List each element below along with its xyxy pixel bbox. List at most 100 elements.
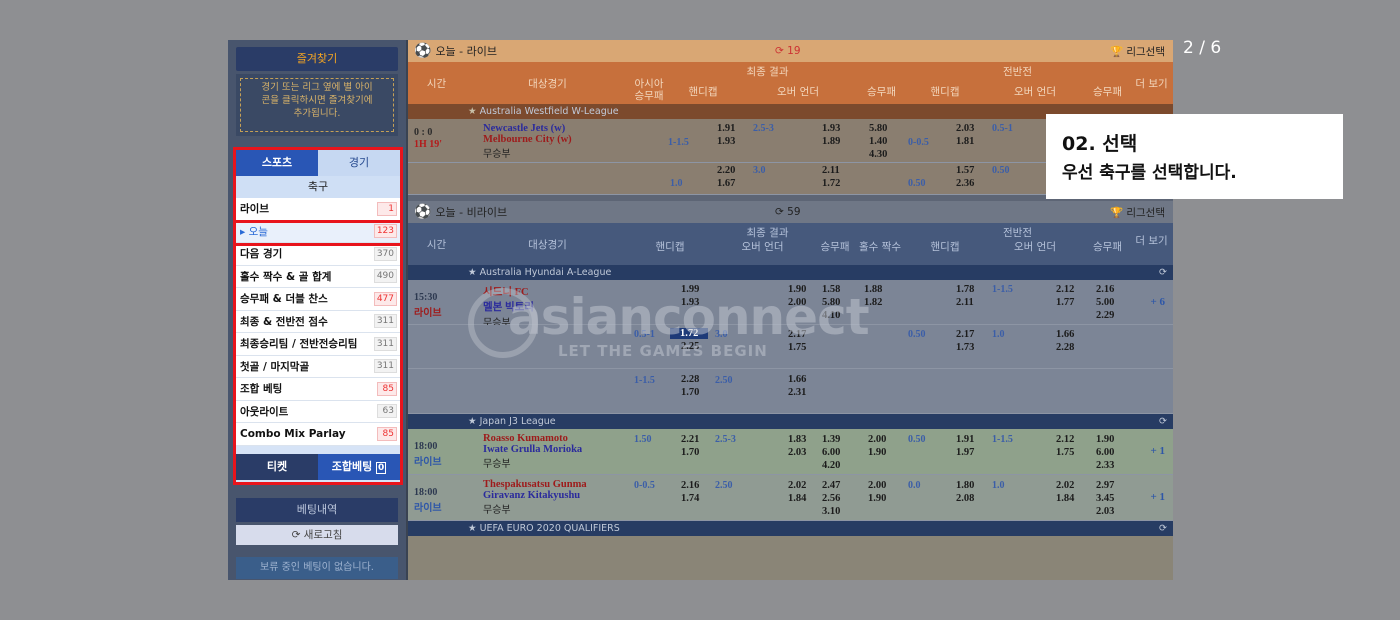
col-handicap: 핸디캡 [688, 86, 718, 98]
prelive-section-title: 오늘 - 비라이브 [435, 206, 508, 219]
col-asia-l1: 아시아 [634, 78, 664, 90]
sidebar-menu-label: 조합 베팅 [240, 383, 283, 396]
sports-panel: 스포츠 경기 축구 라이브 1 ▸ 오늘 123 다음 경기 370 홀수 짝수 & 골 합… [233, 147, 403, 485]
league-row[interactable]: ★ Japan J3 League ⟳ [408, 414, 1173, 429]
league-select-button[interactable]: 🏆 리그선택 [1110, 205, 1165, 220]
sidebar-menu-label: 최종승리팀 / 전반전승리팀 [240, 338, 358, 351]
sport-tabs: 스포츠 경기 [236, 150, 400, 176]
table-row: 18:00 라이브 Thespakusatsu Gunma Giravanz K… [408, 475, 1173, 521]
sidebar-menu-label: Combo Mix Parlay [240, 427, 346, 440]
refresh-icon: ⟳ [775, 206, 788, 218]
draw-label: 무승부 [483, 459, 511, 470]
sidebar-menu-item[interactable]: 최종승리팀 / 전반전승리팀 311 [236, 333, 400, 356]
league-name: Australia Westfield W-League [479, 106, 619, 117]
more-markets-button[interactable]: + 1 [1150, 491, 1165, 503]
sidebar-menu-item[interactable]: 아웃라이트 63 [236, 400, 400, 423]
tab-sports[interactable]: 스포츠 [236, 150, 318, 176]
league-name: UEFA EURO 2020 QUALIFIERS [479, 523, 620, 534]
col-half-handicap: 핸디캡 [930, 241, 960, 253]
bet-history-title: 베팅내역 [236, 498, 398, 522]
col-more: 더 보기 [1135, 235, 1168, 247]
sidebar-menu-item[interactable]: 라이브 1 [236, 198, 400, 221]
category-soccer[interactable]: 축구 [236, 176, 400, 198]
sidebar-menu-item[interactable]: Combo Mix Parlay 85 [236, 423, 400, 446]
step-tooltip: 02. 선택 우선 축구를 선택합니다. [1046, 114, 1343, 199]
sidebar-menu-count: 311 [373, 314, 397, 329]
col-asia: 아시아 승무패 [630, 78, 668, 102]
league-select-button[interactable]: 🏆 리그선택 [1110, 44, 1165, 59]
sidebar-menu-count: 1 [377, 201, 397, 216]
table-row: 1-1.5 2.28 1.70 2.50 1.66 2.31 [408, 369, 1173, 414]
match-teams[interactable]: Newcastle Jets (w) Melbourne City (w) 무승… [483, 123, 572, 160]
col-overunder: 오버 언더 [741, 241, 784, 253]
sidebar-menu-item[interactable]: 다음 경기 370 [236, 243, 400, 266]
more-markets-button[interactable]: + 6 [1150, 296, 1165, 308]
refresh-icon[interactable]: ⟳ [1159, 265, 1167, 280]
star-icon[interactable]: ★ [468, 523, 477, 534]
sidebar-menu-label: 다음 경기 [240, 248, 283, 261]
col-oddeven: 홀수 짝수 [859, 241, 901, 253]
live-section-header: ⚽ 오늘 - 라이브 ⟳ 19 🏆 리그선택 [408, 40, 1173, 62]
star-icon[interactable]: ★ [468, 416, 477, 427]
col-more: 더 보기 [1135, 78, 1168, 90]
sidebar-menu-item[interactable]: 조합 베팅 85 [236, 378, 400, 401]
col-half-overunder: 오버 언더 [1014, 86, 1056, 98]
prelive-table-header: 시간 대상경기 최종 결과 전반전 핸디캡 오버 언더 승무패 홀수 짝수 핸디… [408, 223, 1173, 265]
star-icon[interactable]: ★ [468, 106, 477, 117]
col-match: 대상경기 [528, 239, 567, 251]
refresh-label: 새로고침 [303, 529, 343, 541]
sidebar-menu-count: 63 [377, 404, 397, 419]
col-final: 최종 결과 [746, 66, 789, 78]
tab-games[interactable]: 경기 [318, 150, 400, 176]
sidebar-menu-item[interactable]: 홀수 짝수 & 골 합계 490 [236, 265, 400, 288]
refresh-icon: ⟳ [775, 45, 788, 57]
match-teams[interactable]: Roasso Kumamoto Iwate Grulla Morioka 무승부 [483, 433, 582, 470]
league-row[interactable]: ★ UEFA EURO 2020 QUALIFIERS ⟳ [408, 521, 1173, 536]
table-row: 18:00 라이브 Roasso Kumamoto Iwate Grulla M… [408, 429, 1173, 475]
col-time: 시간 [426, 78, 447, 90]
match-time: 18:00 [414, 441, 438, 452]
sidebar-menu-count: 477 [373, 291, 397, 306]
refresh-icon[interactable]: ⟳ [1159, 521, 1167, 536]
refresh-button[interactable]: ⟳ 새로고침 [236, 525, 398, 545]
match-time: 15:30 [414, 292, 438, 303]
betslip-tabs: 티켓 조합베팅 0 [236, 453, 400, 480]
trophy-icon: 🏆 [1109, 206, 1124, 219]
league-row[interactable]: ★ Australia Hyundai A-League ⟳ [408, 265, 1173, 280]
sidebar-menu-item[interactable]: 승무패 & 더블 찬스 477 [236, 288, 400, 311]
soccer-player-icon: ⚽ [414, 43, 432, 59]
star-icon[interactable]: ★ [468, 267, 477, 278]
col-half-win: 승무패 [1093, 86, 1122, 98]
favorites-note-line: 추가됩니다. [293, 108, 341, 119]
sidebar-menu-count: 490 [373, 269, 397, 284]
sidebar-menu-item[interactable]: 최종 & 전반전 점수 311 [236, 310, 400, 333]
tab-combo[interactable]: 조합베팅 0 [318, 453, 400, 480]
watermark-logo [468, 288, 538, 358]
match-time: 18:00 [414, 487, 438, 498]
league-select-label: 리그선택 [1126, 206, 1165, 219]
tooltip-body: 우선 축구를 선택합니다. [1062, 163, 1237, 183]
live-table-header: 시간 대상경기 최종 결과 전반전 아시아 승무패 핸디캡 오버 언더 승무패 핸… [408, 62, 1173, 104]
favorites-note-line: 콘을 클릭하시면 즐겨찾기에 [261, 95, 373, 106]
sidebar-menu-count: 311 [373, 336, 397, 351]
match-teams[interactable]: Thespakusatsu Gunma Giravanz Kitakyushu … [483, 479, 587, 516]
sidebar-menu-label: 최종 & 전반전 점수 [240, 315, 328, 328]
match-score: 0 : 0 [414, 127, 433, 138]
match-status: 라이브 [414, 457, 442, 468]
soccer-player-icon: ⚽ [414, 204, 432, 220]
more-markets-button[interactable]: + 1 [1150, 445, 1165, 457]
sidebar-menu-label: 라이브 [240, 203, 269, 216]
tab-ticket[interactable]: 티켓 [236, 453, 318, 480]
sidebar-menu-item[interactable]: 첫골 / 마지막골 311 [236, 355, 400, 378]
sidebar-menu-item[interactable]: ▸ 오늘 123 [236, 220, 400, 243]
trophy-icon: 🏆 [1109, 45, 1124, 58]
favorites-box: 경기 또는 리그 옆에 별 아이 콘을 클릭하시면 즐겨찾기에 추가됩니다. [236, 74, 398, 136]
refresh-icon[interactable]: ⟳ [1159, 414, 1167, 429]
draw-label: 무승부 [483, 505, 511, 516]
live-count-value: 19 [787, 45, 801, 57]
draw-label: 무승부 [483, 149, 511, 160]
favorites-title: 즐겨찾기 [236, 47, 398, 71]
col-match: 대상경기 [528, 78, 567, 90]
col-overunder: 오버 언더 [777, 86, 819, 98]
live-section-title: 오늘 - 라이브 [435, 45, 497, 58]
